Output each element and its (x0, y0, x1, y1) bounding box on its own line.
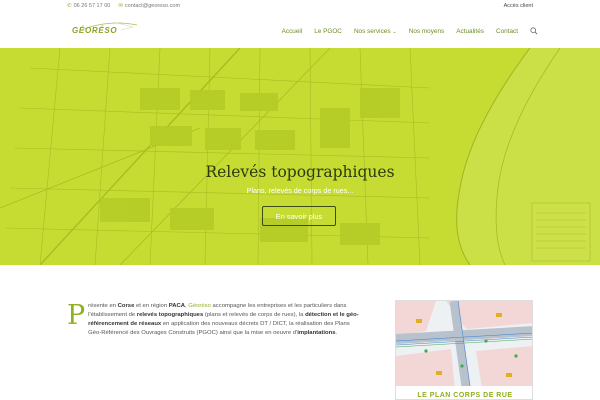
nav-accueil[interactable]: Accueil (282, 28, 303, 35)
nav-le-pgoc[interactable]: Le PGOC (314, 28, 342, 35)
nav-contact[interactable]: Contact (496, 28, 518, 35)
dropcap-letter: P (67, 300, 86, 331)
main-nav: Accueil Le PGOC Nos services ⌄ Nos moyens… (282, 27, 538, 35)
phone-icon: ✆ (67, 3, 72, 9)
nav-nos-services[interactable]: Nos services ⌄ (354, 28, 397, 35)
hero-subtitle: Plans, relevés de corps de rues... (246, 186, 354, 195)
site-logo[interactable]: GÉORÉSO (72, 22, 138, 38)
plan-corps-de-rue-card[interactable]: LE PLAN CORPS DE RUE (395, 300, 533, 400)
chevron-down-icon: ⌄ (392, 28, 397, 35)
site-header: GÉORÉSO Accueil Le PGOC Nos services ⌄ No… (0, 12, 600, 48)
hero-banner: Relevés topographiques Plans, relevés de… (0, 48, 600, 265)
hero-title: Relevés topographiques (205, 163, 395, 181)
old-map-background (0, 48, 600, 265)
intro-text: Présente en Corse et en région PACA, Géo… (67, 300, 359, 337)
card-caption: LE PLAN CORPS DE RUE (396, 386, 532, 399)
learn-more-button[interactable]: En savoir plus (262, 206, 336, 226)
logo-text: GÉORÉSO (72, 26, 118, 35)
email-contact[interactable]: ✉ contact@georeso.com (118, 3, 180, 9)
phone-contact[interactable]: ✆ 06 26 57 17 00 (67, 3, 110, 9)
top-bar: ✆ 06 26 57 17 00 ✉ contact@georeso.com Acc… (0, 0, 600, 12)
client-access-link[interactable]: Accès client (504, 3, 533, 9)
search-icon[interactable] (530, 27, 538, 35)
envelope-icon: ✉ (118, 3, 123, 9)
nav-actualites[interactable]: Actualités (456, 28, 484, 35)
nav-nos-moyens[interactable]: Nos moyens (409, 28, 445, 35)
brand-name: Géoréso (188, 303, 211, 309)
